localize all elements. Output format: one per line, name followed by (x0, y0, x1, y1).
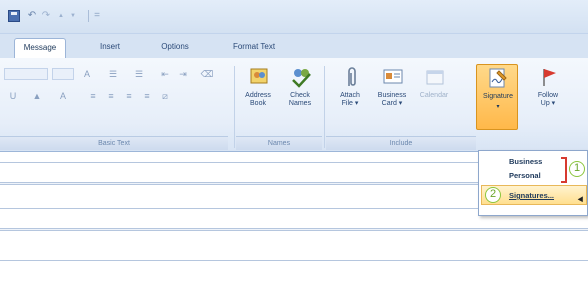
grow-font-icon[interactable]: A (80, 68, 94, 80)
business-card-button[interactable]: Business Card ▾ (372, 66, 412, 128)
callout-1-badge: 1 (569, 161, 585, 177)
group-separator (324, 66, 325, 148)
group-label-include: Include (326, 136, 476, 150)
tab-message[interactable]: Message (14, 38, 66, 58)
font-color-icon[interactable]: A (56, 90, 70, 102)
check-names-button[interactable]: Check Names (280, 66, 320, 128)
attach-file-button[interactable]: Attach File ▾ (330, 66, 370, 128)
check-names-icon (292, 69, 311, 88)
business-card-icon (383, 69, 403, 84)
highlight-icon[interactable]: ▲ (30, 90, 44, 102)
customize-toolbar-icon[interactable]: = (92, 9, 102, 22)
align-right-icon[interactable]: ≡ (122, 90, 136, 102)
font-size-box[interactable] (52, 68, 74, 80)
clear-formatting-icon[interactable]: ⌫ (200, 68, 214, 80)
save-icon[interactable] (8, 10, 20, 22)
up-arrow-icon[interactable]: ▲ (56, 9, 66, 22)
numbering-icon[interactable]: ☰ (132, 68, 146, 80)
address-book-icon (250, 68, 268, 84)
signature-dropdown-menu: Business Personal 1 2 Signatures... (478, 150, 588, 216)
ribbon-tabs: Message Insert Options Format Text (0, 34, 588, 58)
ribbon: A ☰ ☰ ⇤ ⇥ ⌫ U ▲ A ≡ ≡ ≡ ≡ ⧄ Basic Text A… (0, 58, 588, 152)
tab-format-text[interactable]: Format Text (222, 38, 286, 58)
justify-icon[interactable]: ≡ (140, 90, 154, 102)
tab-insert[interactable]: Insert (90, 38, 130, 58)
title-bar: ↶ ↷ ▲ ▼ = (0, 0, 588, 34)
style-icon[interactable]: ⧄ (158, 90, 172, 102)
paperclip-icon (348, 67, 356, 86)
address-book-label: Address Book (245, 92, 271, 107)
signature-button[interactable]: Signature ▾ (476, 64, 518, 130)
decrease-indent-icon[interactable]: ⇤ (158, 68, 172, 80)
callout-2-badge: 2 (485, 187, 501, 203)
divider (0, 228, 588, 231)
signature-icon (489, 68, 507, 88)
calendar-label: Calendar (419, 92, 449, 99)
calendar-button[interactable]: Calendar (414, 66, 454, 128)
menu-item-business[interactable]: Business (509, 157, 542, 166)
signatures-label: Signatures... (509, 191, 555, 200)
group-label-basic-text: Basic Text (0, 136, 228, 150)
undo-icon[interactable]: ↶ (26, 9, 38, 22)
calendar-icon (426, 70, 444, 85)
chevron-down-icon: ▾ (496, 104, 500, 110)
signature-label: Signature (483, 93, 513, 100)
toolbar-separator (88, 10, 89, 22)
align-center-icon[interactable]: ≡ (104, 90, 118, 102)
down-arrow-icon[interactable]: ▼ (68, 9, 78, 22)
font-name-box[interactable] (4, 68, 48, 80)
address-book-button[interactable]: Address Book (238, 66, 278, 128)
flag-icon (543, 69, 556, 86)
callout-bracket (561, 157, 567, 183)
underline-icon[interactable]: U (6, 90, 20, 102)
follow-up-button[interactable]: Follow Up ▾ (528, 66, 568, 128)
check-names-label: Check Names (288, 92, 312, 107)
bullets-icon[interactable]: ☰ (106, 68, 120, 80)
group-label-names: Names (236, 136, 322, 150)
follow-up-label: Follow Up ▾ (537, 92, 559, 107)
divider (0, 260, 588, 261)
redo-icon[interactable]: ↷ (40, 9, 52, 22)
tab-options[interactable]: Options (150, 38, 200, 58)
menu-item-personal[interactable]: Personal (509, 171, 541, 180)
business-card-label: Business Card ▾ (377, 92, 407, 107)
align-left-icon[interactable]: ≡ (86, 90, 100, 102)
group-separator (234, 66, 235, 148)
increase-indent-icon[interactable]: ⇥ (176, 68, 190, 80)
attach-file-label: Attach File ▾ (340, 92, 360, 107)
